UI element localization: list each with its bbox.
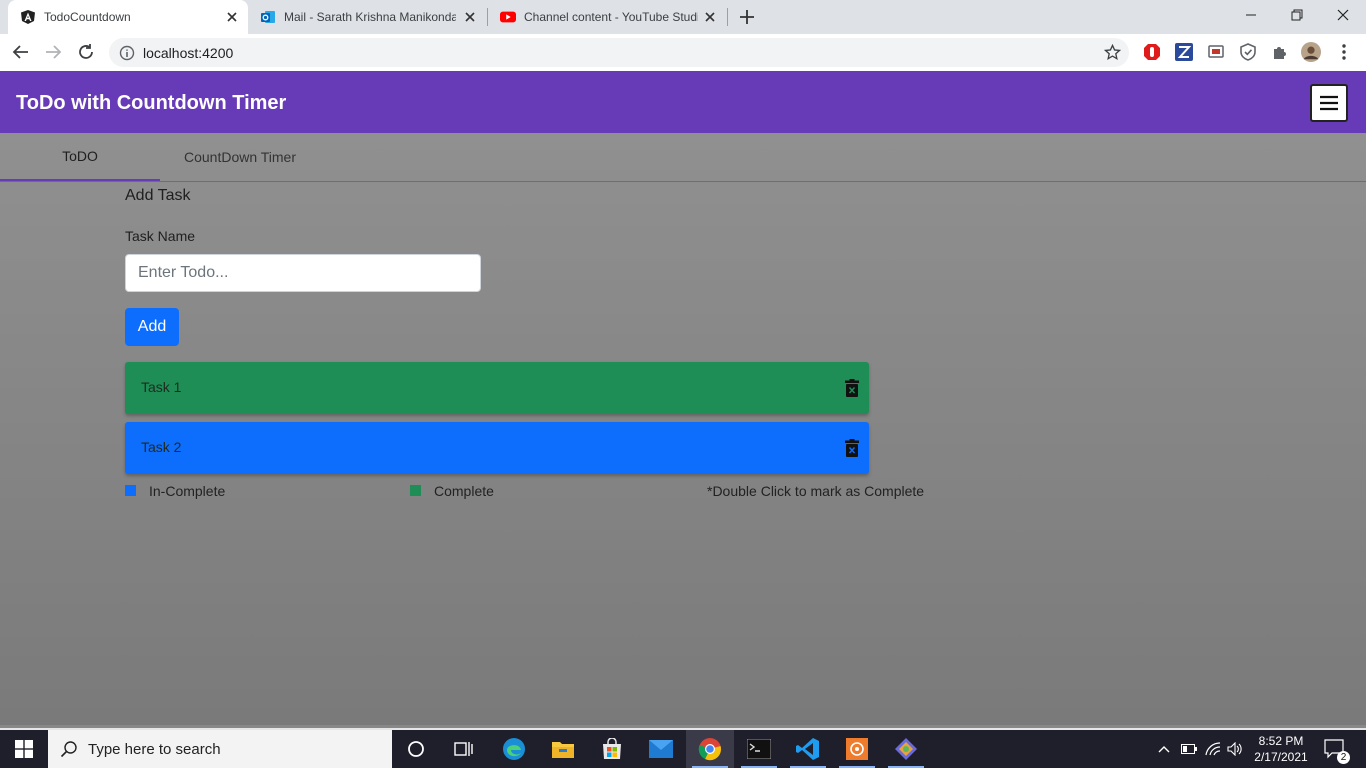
battery-icon[interactable] [1180,730,1198,768]
hamburger-icon [1320,95,1338,111]
incomplete-legend-label: In-Complete [149,483,226,499]
back-arrow-icon[interactable] [11,42,31,62]
complete-legend-label: Complete [434,483,494,499]
tab-title: Mail - Sarath Krishna Manikonda [284,10,456,24]
system-clock[interactable]: 8:52 PM 2/17/2021 [1246,733,1316,765]
angular-icon [20,9,36,25]
tab-countdown-timer[interactable]: CountDown Timer [160,133,320,181]
tab-title: TodoCountdown [44,10,131,24]
edge-icon[interactable] [490,730,538,768]
reload-icon[interactable] [76,42,96,62]
zotero-extension-icon[interactable] [1174,42,1194,62]
show-hidden-icons-icon[interactable] [1156,730,1172,768]
shield-extension-icon[interactable] [1238,42,1258,62]
clock-date: 2/17/2021 [1254,750,1308,764]
task-card[interactable]: Task 2 [125,422,869,474]
browser-tab-todocountdown[interactable]: TodoCountdown [8,0,248,34]
hamburger-menu-button[interactable] [1310,84,1348,122]
minimize-window-icon[interactable] [1228,0,1274,30]
postman-icon[interactable] [833,730,881,768]
outlook-icon [260,9,276,25]
restore-window-icon[interactable] [1274,0,1320,30]
trash-icon[interactable] [845,439,859,457]
add-task-heading: Add Task [125,187,191,204]
task-name: Task 2 [141,439,182,455]
adblock-extension-icon[interactable] [1142,42,1162,62]
browser-tab-youtube-studio[interactable]: Channel content - YouTube Studio [488,0,726,34]
tab-separator [727,8,728,26]
forward-arrow-icon[interactable] [43,42,63,62]
close-window-icon[interactable] [1320,0,1366,30]
puzzle-extensions-icon[interactable] [1270,42,1290,62]
app-header: ToDo with Countdown Timer [0,71,1366,133]
tab-title: Channel content - YouTube Studio [524,10,698,24]
trash-icon[interactable] [845,379,859,397]
profile-avatar[interactable] [1301,42,1321,62]
windows-start-icon[interactable] [0,730,48,768]
cortana-icon[interactable] [392,730,440,768]
browser-toolbar: localhost:4200 [0,34,1366,71]
git-icon[interactable] [882,730,930,768]
close-tab-icon[interactable] [702,9,718,25]
clock-time: 8:52 PM [1258,734,1304,748]
notification-count-badge: 2 [1337,751,1350,764]
url-text: localhost:4200 [143,45,234,61]
browser-tab-mail[interactable]: Mail - Sarath Krishna Manikonda [248,0,486,34]
app-content: ToDO CountDown Timer Add Task Task Name … [0,133,1366,725]
taskbar-search-box[interactable]: Type here to search [48,730,392,768]
close-tab-icon[interactable] [462,9,478,25]
task-name: Task 1 [141,379,182,395]
volume-icon[interactable] [1226,730,1244,768]
task-card[interactable]: Task 1 [125,362,869,414]
windows-taskbar: Type here to search 8:52 PM 2/17/2021 2 [0,728,1366,768]
bookmark-star-icon[interactable] [1103,43,1122,66]
app-title: ToDo with Countdown Timer [16,92,287,114]
browser-tab-strip: TodoCountdown Mail - Sarath Krishna Mani… [0,0,1366,34]
tab-todo[interactable]: ToDO [0,133,160,181]
double-click-hint: *Double Click to mark as Complete [707,483,925,499]
search-icon [60,740,78,763]
todo-input[interactable] [125,254,481,292]
wifi-icon[interactable] [1204,730,1222,768]
task-view-icon[interactable] [440,730,488,768]
search-placeholder: Type here to search [88,740,221,758]
task-name-label: Task Name [125,228,196,244]
microsoft-store-icon[interactable] [588,730,636,768]
chrome-taskbar-icon[interactable] [686,730,734,768]
youtube-icon [500,9,516,25]
chrome-menu-icon[interactable] [1334,42,1354,62]
site-info-icon[interactable] [119,45,135,66]
cast-extension-icon[interactable] [1206,42,1226,62]
address-bar[interactable]: localhost:4200 [109,38,1129,67]
mail-icon[interactable] [637,730,685,768]
command-prompt-icon[interactable] [735,730,783,768]
add-task-button[interactable]: Add [125,308,179,346]
action-center-icon[interactable]: 2 [1322,730,1350,768]
nav-tab-bar: ToDO CountDown Timer [0,133,1366,182]
new-tab-icon[interactable] [738,8,756,26]
incomplete-legend-swatch [125,485,136,496]
vscode-icon[interactable] [784,730,832,768]
complete-legend-swatch [410,485,421,496]
close-tab-icon[interactable] [224,9,240,25]
file-explorer-icon[interactable] [539,730,587,768]
